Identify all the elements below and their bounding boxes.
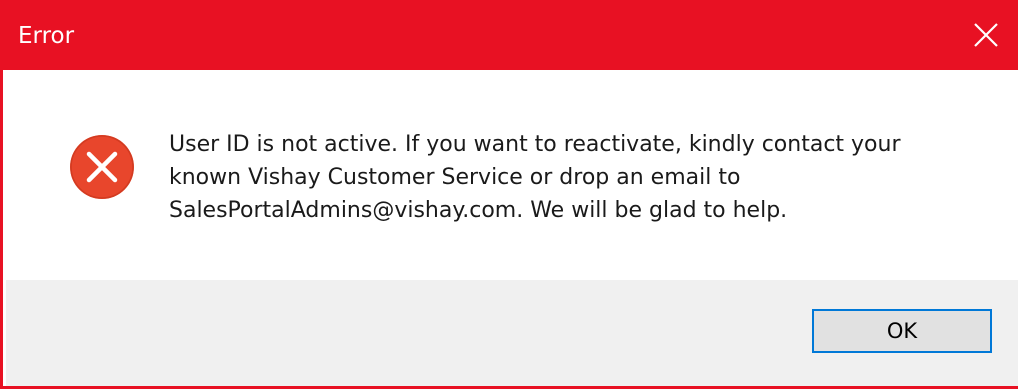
error-message: User ID is not active. If you want to re… — [169, 132, 901, 223]
error-icon — [70, 135, 134, 199]
ok-button[interactable]: OK — [812, 309, 992, 353]
button-bar: OK — [6, 280, 1018, 386]
title-bar: Error — [3, 0, 1018, 70]
error-dialog: Error User ID is not active. If you want… — [0, 0, 1018, 389]
dialog-content: User ID is not active. If you want to re… — [6, 70, 1018, 280]
close-button[interactable] — [951, 0, 1018, 70]
window-title: Error — [18, 23, 75, 49]
close-icon — [974, 23, 998, 47]
